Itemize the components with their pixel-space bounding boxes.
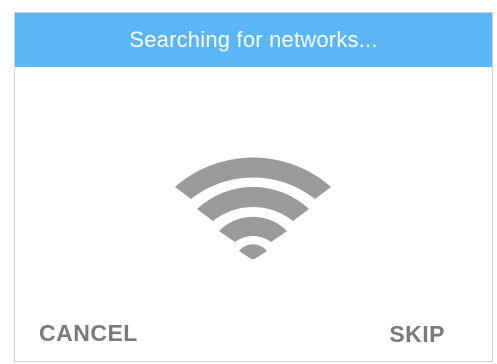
cancel-button[interactable]: CANCEL: [39, 320, 138, 347]
wifi-signal-icon: [175, 157, 331, 259]
network-search-dialog: Searching for networks... CANCEL SKIP: [14, 12, 493, 362]
dialog-header: Searching for networks...: [15, 13, 492, 67]
wifi-arc-inner: [219, 216, 287, 242]
dialog-title: Searching for networks...: [129, 27, 378, 52]
wifi-dot: [239, 244, 267, 259]
wifi-arc-middle: [197, 186, 309, 221]
skip-button[interactable]: SKIP: [389, 321, 445, 348]
